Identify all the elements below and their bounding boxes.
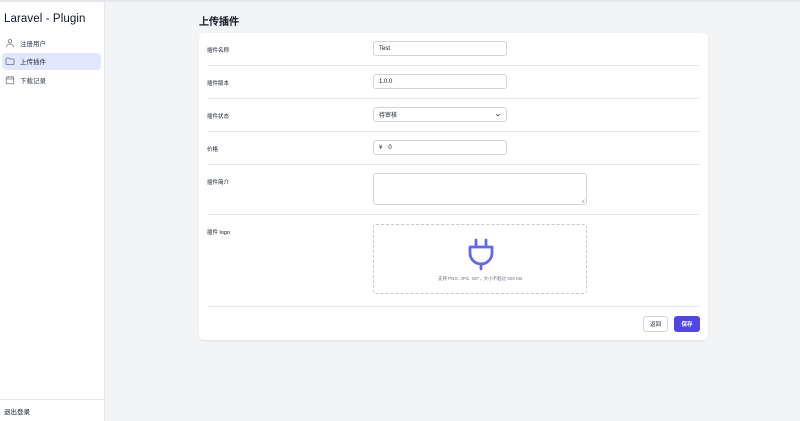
upload-form-card: 插件名称 Test 插件版本 1.0.0 插件状态 待审核 价格 ¥ 0 插件简…	[199, 33, 708, 340]
save-button[interactable]: 保存	[674, 316, 700, 332]
form-row-name: 插件名称 Test	[207, 33, 699, 66]
logout-link[interactable]: 退出登录	[4, 406, 30, 416]
form-row-version: 插件版本 1.0.0	[207, 66, 699, 99]
sidebar-item-register-users[interactable]: 注册用户	[2, 34, 101, 51]
form-row-intro: 插件简介	[207, 165, 699, 215]
app-title: Laravel - Plugin	[4, 13, 86, 25]
sidebar-footer: 退出登录	[0, 399, 104, 421]
currency-prefix: ¥	[379, 144, 383, 151]
sidebar-item-label: 注册用户	[20, 40, 46, 48]
sidebar-item-download-records[interactable]: 下载记录	[2, 71, 101, 88]
sidebar-item-upload-plugin[interactable]: 上传插件	[2, 52, 101, 70]
name-label: 插件名称	[207, 48, 230, 54]
sidebar: Laravel - Plugin 注册用户 上传插件 下载记录 退出登录	[0, 2, 105, 421]
version-label: 插件版本	[207, 81, 230, 87]
sidebar-item-label: 上传插件	[20, 59, 46, 66]
status-select[interactable]: 待审核	[373, 107, 507, 122]
status-value: 待审核	[379, 113, 398, 119]
price-input[interactable]: ¥ 0	[373, 140, 507, 155]
folder-icon	[5, 56, 15, 66]
logo-upload-hint: 支持 PNG, JPG, GIF，大小不超过 500 KB	[437, 276, 523, 281]
sidebar-item-label: 下载记录	[20, 77, 46, 85]
resize-handle-icon[interactable]	[581, 199, 585, 203]
logo-dropzone[interactable]: 支持 PNG, JPG, GIF，大小不超过 500 KB	[373, 224, 587, 294]
top-divider	[0, 0, 800, 2]
back-button[interactable]: 返回	[643, 316, 668, 332]
status-label: 插件状态	[207, 114, 230, 120]
form-row-logo: 插件 logo 支持 PNG, JPG, GIF，大小不超过 500 KB	[207, 215, 699, 307]
version-value: 1.0.0	[379, 78, 393, 85]
name-input[interactable]: Test	[373, 41, 507, 56]
price-label: 价格	[207, 147, 219, 153]
logo-label: 插件 logo	[207, 230, 230, 236]
intro-label: 插件简介	[207, 180, 230, 186]
form-row-status: 插件状态 待审核	[207, 99, 699, 132]
price-value: 0	[388, 144, 392, 151]
name-value: Test	[379, 45, 391, 52]
user-icon	[5, 38, 15, 48]
form-row-price: 价格 ¥ 0	[207, 132, 699, 165]
intro-textarea[interactable]	[373, 173, 587, 205]
plug-icon	[468, 238, 494, 271]
version-input[interactable]: 1.0.0	[373, 74, 507, 89]
page-title: 上传插件	[199, 17, 239, 28]
calendar-icon	[5, 75, 15, 85]
sidebar-nav: 注册用户 上传插件 下载记录	[0, 34, 104, 90]
chevron-down-icon	[495, 113, 501, 117]
